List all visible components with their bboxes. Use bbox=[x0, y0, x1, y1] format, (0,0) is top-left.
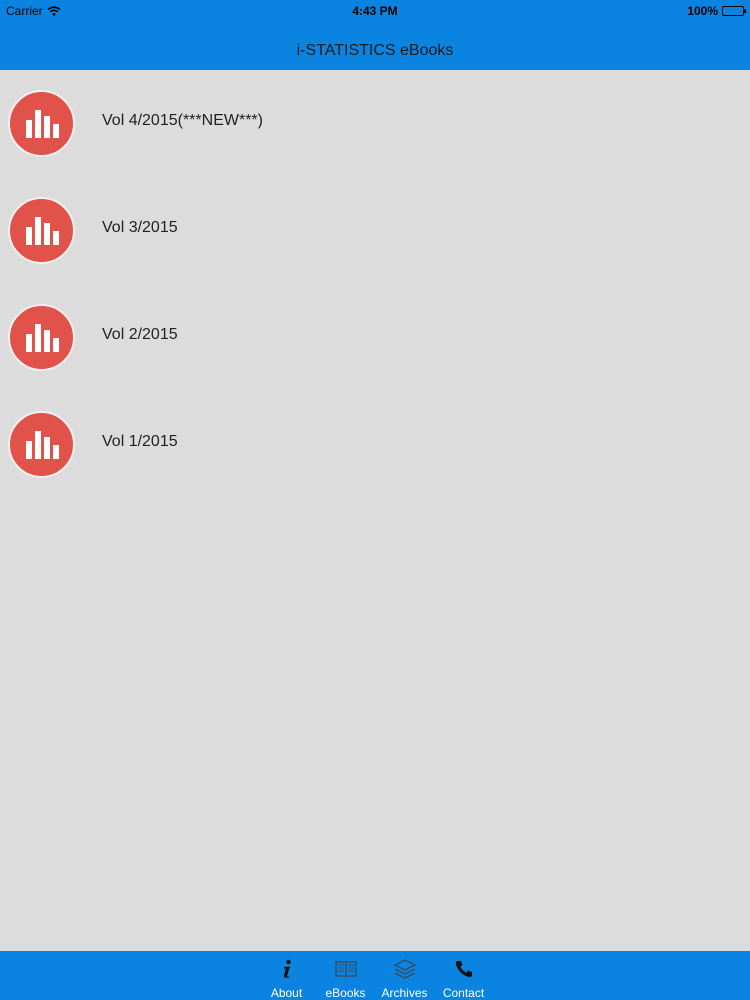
tab-about[interactable]: About bbox=[257, 951, 316, 1000]
page-title: i-STATISTICS eBooks bbox=[296, 42, 454, 59]
phone-icon bbox=[454, 958, 474, 980]
tab-about-label: About bbox=[270, 986, 303, 1000]
list-item[interactable]: Vol 2/2015 bbox=[0, 284, 750, 391]
bar-chart-icon bbox=[8, 197, 75, 264]
list-item-label: Vol 1/2015 bbox=[102, 433, 178, 450]
battery-icon bbox=[722, 6, 746, 16]
layers-icon bbox=[393, 958, 417, 980]
status-bar: Carrier 4:43 PM 100% bbox=[0, 0, 750, 20]
bar-chart-icon bbox=[8, 90, 75, 157]
tab-ebooks-label: eBooks bbox=[325, 986, 366, 1000]
status-time: 4:43 PM bbox=[352, 4, 398, 18]
list-item[interactable]: Vol 3/2015 bbox=[0, 177, 750, 284]
bottom-tab-bar: About eBooks Archives Contact bbox=[0, 951, 750, 1000]
tab-contact-label: Contact bbox=[442, 986, 485, 1000]
tab-archives-label: Archives bbox=[381, 986, 428, 1000]
top-bar: Carrier 4:43 PM 100% i-STATISTICS eBooks bbox=[0, 0, 750, 70]
battery-indicator: 100% bbox=[687, 4, 746, 18]
list-item[interactable]: Vol 4/2015(***NEW***) bbox=[0, 70, 750, 177]
book-icon bbox=[334, 958, 358, 980]
tab-contact[interactable]: Contact bbox=[434, 951, 493, 1000]
list-item[interactable]: Vol 1/2015 bbox=[0, 391, 750, 498]
list-item-label: Vol 3/2015 bbox=[102, 219, 178, 236]
tab-ebooks[interactable]: eBooks bbox=[316, 951, 375, 1000]
tab-archives[interactable]: Archives bbox=[375, 951, 434, 1000]
list-item-label: Vol 2/2015 bbox=[102, 326, 178, 343]
list-item-label: Vol 4/2015(***NEW***) bbox=[102, 112, 263, 129]
ebook-list: Vol 4/2015(***NEW***) Vol 3/2015 Vol 2/2… bbox=[0, 70, 750, 498]
battery-percent: 100% bbox=[687, 4, 718, 18]
bar-chart-icon bbox=[8, 304, 75, 371]
bar-chart-icon bbox=[8, 411, 75, 478]
info-icon bbox=[280, 958, 294, 980]
